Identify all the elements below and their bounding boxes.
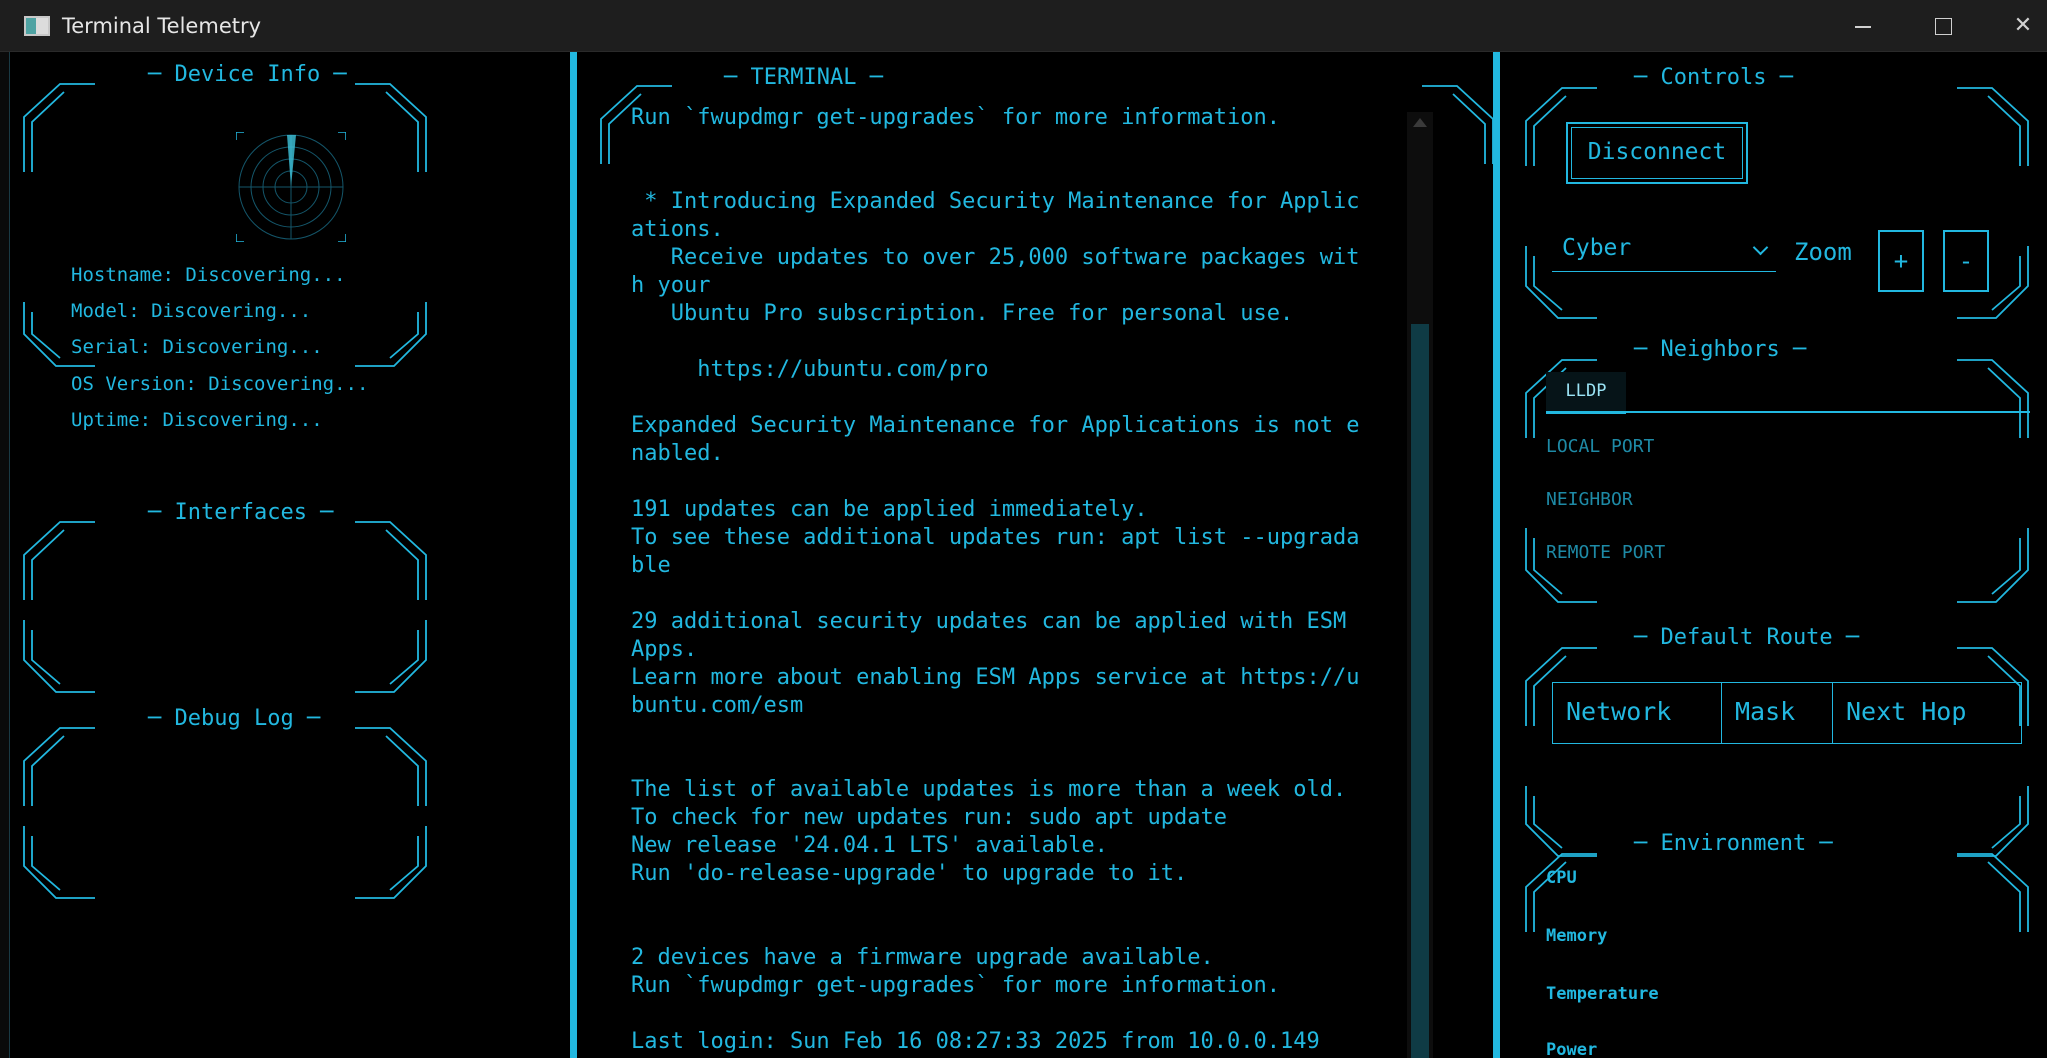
route-mask-header: Mask [1722, 683, 1833, 743]
zoom-label: Zoom [1794, 238, 1852, 266]
neighbors-title: ─ Neighbors ─ [1628, 337, 1813, 362]
window-edge [0, 52, 10, 1058]
radar-icon [235, 131, 347, 243]
environment-title: ─ Environment ─ [1628, 831, 1839, 856]
route-network-header: Network [1553, 683, 1722, 743]
terminal-line: Learn more about enabling ESM Apps servi… [631, 665, 1360, 690]
window-title: Terminal Telemetry [62, 14, 262, 38]
terminal-line: To see these additional updates run: apt… [631, 525, 1360, 550]
terminal-line: 2 devices have a firmware upgrade availa… [631, 945, 1214, 970]
tab-lldp[interactable]: LLDP [1546, 372, 1626, 414]
terminal-line: ble [631, 553, 671, 578]
debug-log-title: ─ Debug Log ─ [142, 706, 327, 731]
terminal-app-icon [24, 16, 50, 36]
hud-frame-icon [23, 83, 427, 367]
env-power: Power [1546, 1040, 1598, 1058]
disconnect-button[interactable]: Disconnect [1566, 122, 1748, 184]
terminal-title: ─ TERMINAL ─ [718, 65, 889, 90]
chevron-down-icon [1752, 239, 1769, 256]
terminal-line: https://ubuntu.com/pro [631, 357, 989, 382]
uptime-field: Uptime: Discovering... [71, 409, 323, 431]
theme-select-value: Cyber [1562, 235, 1632, 261]
terminal-line: Receive updates to over 25,000 software … [631, 245, 1360, 270]
controls-title: ─ Controls ─ [1628, 65, 1799, 90]
env-temperature: Temperature [1546, 984, 1659, 1004]
terminal-line: The list of available updates is more th… [631, 777, 1347, 802]
app-body: ─ Device Info ─ Hostname: Discovering...… [10, 52, 2047, 1058]
scroll-thumb[interactable] [1411, 324, 1429, 1058]
terminal-panel[interactable]: ─ TERMINAL ─ Run `fwupdmgr get-upgrades`… [570, 52, 1500, 1058]
left-panel: ─ Device Info ─ Hostname: Discovering...… [10, 52, 570, 1058]
terminal-output[interactable]: Run `fwupdmgr get-upgrades` for more inf… [631, 104, 1401, 1056]
local-port-header: LOCAL PORT [1546, 436, 1655, 457]
default-route-table: Network Mask Next Hop [1552, 682, 2022, 744]
terminal-line: Run `fwupdmgr get-upgrades` for more inf… [631, 105, 1281, 130]
terminal-line: Last login: Sun Feb 16 08:27:33 2025 fro… [631, 1029, 1320, 1054]
minimize-icon[interactable] [1835, 8, 1891, 44]
close-icon[interactable]: ✕ [1995, 8, 2047, 44]
terminal-line: Run `fwupdmgr get-upgrades` for more inf… [631, 973, 1281, 998]
device-info-title: ─ Device Info ─ [142, 62, 353, 87]
device-info-frame [20, 72, 430, 372]
tab-underline [1546, 411, 2030, 413]
terminal-line: New release '24.04.1 LTS' available. [631, 833, 1108, 858]
env-memory: Memory [1546, 926, 1608, 946]
model-field: Model: Discovering... [71, 300, 312, 322]
terminal-line: * Introducing Expanded Security Maintena… [631, 189, 1360, 214]
scroll-up-icon[interactable] [1413, 118, 1427, 127]
remote-port-header: REMOTE PORT [1546, 542, 1666, 563]
os-version-field: OS Version: Discovering... [71, 373, 369, 395]
terminal-line: To check for new updates run: sudo apt u… [631, 805, 1228, 830]
neighbor-header: NEIGHBOR [1546, 489, 1633, 510]
route-next-hop-header: Next Hop [1846, 697, 1967, 726]
zoom-out-button[interactable]: - [1943, 230, 1989, 292]
terminal-line: nabled. [631, 441, 724, 466]
interfaces-frame [20, 510, 430, 695]
debug-log-frame [20, 716, 430, 901]
serial-field: Serial: Discovering... [71, 336, 323, 358]
interfaces-title: ─ Interfaces ─ [142, 500, 340, 525]
terminal-line: 191 updates can be applied immediately. [631, 497, 1148, 522]
default-route-title: ─ Default Route ─ [1628, 625, 1866, 650]
hostname-field: Hostname: Discovering... [71, 264, 346, 286]
zoom-in-button[interactable]: + [1878, 230, 1924, 292]
terminal-scrollbar[interactable] [1407, 112, 1433, 1058]
theme-select[interactable]: Cyber [1552, 228, 1776, 272]
terminal-line: Run 'do-release-upgrade' to upgrade to i… [631, 861, 1188, 886]
terminal-line: ations. [631, 217, 724, 242]
terminal-line: h your [631, 273, 711, 298]
environment-frame [1522, 842, 2032, 1058]
maximize-icon[interactable] [1915, 8, 1971, 44]
env-cpu: CPU [1546, 868, 1577, 888]
terminal-line: 29 additional security updates can be ap… [631, 609, 1347, 634]
terminal-line: Apps. [631, 637, 698, 662]
terminal-line: buntu.com/esm [631, 693, 804, 718]
terminal-line: Ubuntu Pro subscription. Free for person… [631, 301, 1294, 326]
terminal-line: Expanded Security Maintenance for Applic… [631, 413, 1360, 438]
window-titlebar: Terminal Telemetry ✕ [0, 0, 2047, 52]
right-panel: ─ Controls ─ Disconnect Cyber Zoom + - ─… [1500, 52, 2047, 1058]
